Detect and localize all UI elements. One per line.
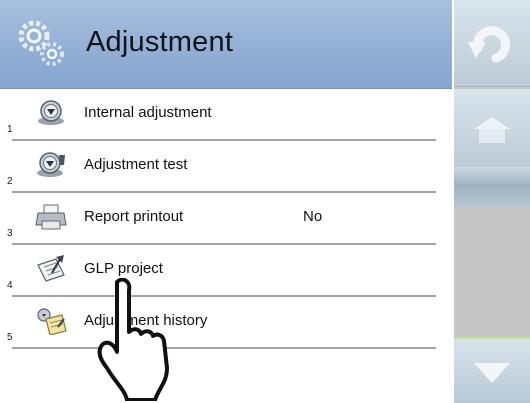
back-button[interactable] [454,0,530,87]
menu-item-number: 4 [7,280,13,291]
touch-hand-cursor-icon [97,278,169,401]
adjustment-screen: Adjustment Internal adjustment 1 Adjustm… [0,0,530,403]
menu-item-adjustment-history[interactable]: Adjustment history 5 [0,297,452,349]
menu-item-number: 1 [7,124,13,135]
menu-item-label: Internal adjustment [84,104,212,121]
menu-item-label: Adjustment test [84,156,188,173]
history-notepad-icon [37,308,67,335]
right-toolbar [454,0,530,403]
scroll-track[interactable] [454,207,530,337]
scroll-bar-icon[interactable] [454,167,530,207]
menu-item-label: GLP project [84,260,163,277]
menu-item-label: Report printout [84,208,184,225]
menu-item-glp-project[interactable]: GLP project 4 [0,245,452,297]
menu-item-adjustment-test[interactable]: Adjustment test 2 [0,141,452,193]
row-divider [12,347,436,349]
menu-item-number: 2 [7,176,13,187]
scroll-down-button[interactable] [454,337,530,403]
scroll-down-icon [474,363,510,383]
back-arrow-icon [468,26,511,63]
menu-item-report-printout[interactable]: Report printout No 3 [0,193,452,245]
gears-icon [18,20,64,66]
scale-drop-icon [38,100,64,125]
page-title: Adjustment [86,26,234,58]
menu-item-number: 3 [7,228,13,239]
scale-check-icon [37,152,65,177]
header-bar: Adjustment [0,0,452,89]
menu-item-number: 5 [7,332,13,343]
menu-item-value: No [303,208,323,225]
glp-document-icon [37,255,65,282]
menu-item-internal-adjustment[interactable]: Internal adjustment 1 [0,89,452,141]
printer-icon [35,204,67,230]
home-icon [474,117,510,143]
home-button[interactable] [454,89,530,167]
